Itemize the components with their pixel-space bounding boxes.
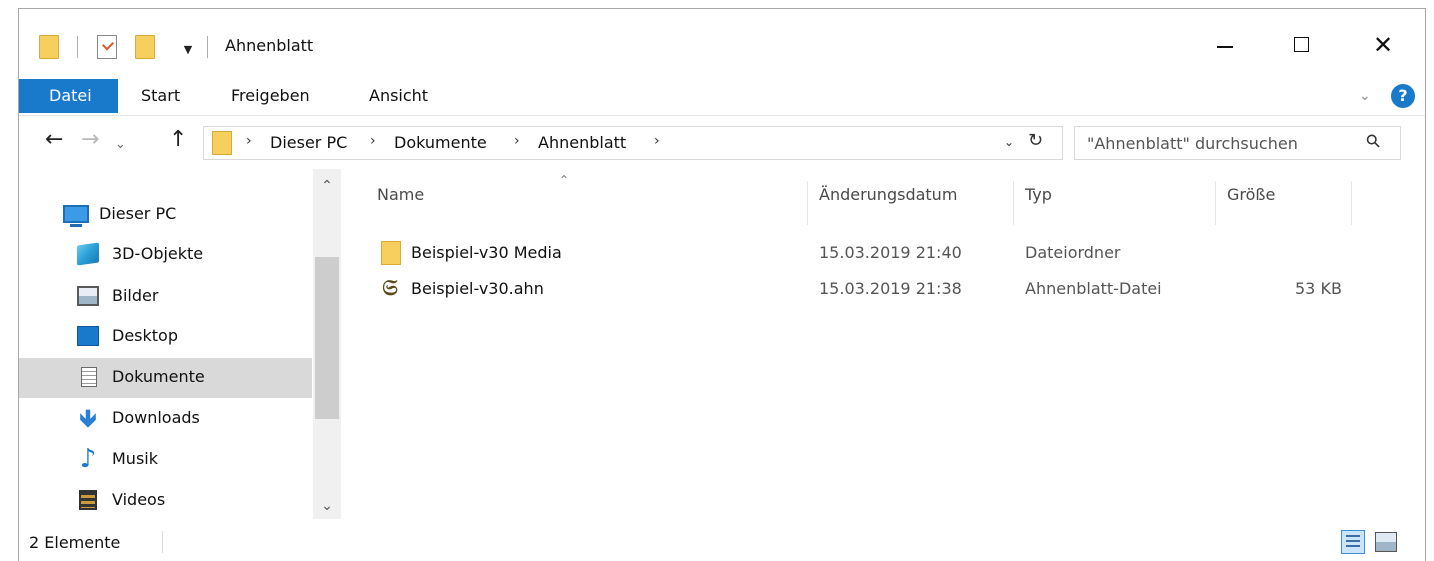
sidebar-item-label: Bilder — [112, 286, 159, 305]
file-name: Beispiel-v30 Media — [411, 243, 562, 262]
navigation-pane: Dieser PC 3D-Objekte Bilder Desktop Doku… — [19, 169, 341, 519]
minimize-button[interactable] — [1205, 31, 1245, 61]
sort-ascending-icon: ⌃ — [559, 173, 570, 187]
column-divider[interactable] — [807, 181, 808, 225]
sidebar-item-downloads[interactable]: 🡻 Downloads — [19, 399, 312, 439]
title-bar: ▼ Ahnenblatt ✕ — [19, 9, 1425, 79]
column-header-type[interactable]: Typ — [1025, 185, 1052, 221]
ribbon-tabs: Datei Start Freigeben Ansicht ⌄ ? — [19, 79, 1425, 115]
minimize-icon — [1217, 46, 1233, 48]
search-icon[interactable]: ⚲ — [1362, 129, 1386, 153]
file-date: 15.03.2019 21:40 — [819, 243, 962, 262]
sidebar-item-dokumente[interactable]: Dokumente — [19, 358, 312, 398]
table-row[interactable]: Beispiel-v30 Media 15.03.2019 21:40 Date… — [341, 237, 1427, 273]
file-date: 15.03.2019 21:38 — [819, 279, 962, 298]
address-bar[interactable]: › Dieser PC › Dokumente › Ahnenblatt › ⌄… — [203, 126, 1063, 160]
tab-ansicht[interactable]: Ansicht — [369, 79, 428, 113]
tab-freigeben[interactable]: Freigeben — [231, 79, 310, 113]
sidebar-item-label: Videos — [112, 490, 166, 509]
column-header-date[interactable]: Änderungsdatum — [819, 185, 957, 221]
scroll-up-icon[interactable]: ⌃ — [313, 175, 341, 197]
column-divider[interactable] — [1013, 181, 1014, 225]
divider — [77, 36, 78, 58]
customize-toolbar-dropdown-icon[interactable]: ▼ — [183, 44, 193, 55]
sidebar-item-label: 3D-Objekte — [112, 244, 204, 263]
videos-icon — [79, 490, 97, 510]
breadcrumb-dieser-pc[interactable]: Dieser PC — [270, 133, 347, 152]
ahnenblatt-file-icon: 𝔖 — [382, 275, 398, 301]
close-icon: ✕ — [1373, 31, 1394, 59]
divider — [162, 531, 163, 553]
new-folder-icon[interactable] — [135, 35, 155, 59]
breadcrumb-chevron-icon[interactable]: › — [370, 133, 376, 149]
sidebar-item-bilder[interactable]: Bilder — [19, 277, 312, 317]
forward-arrow-icon[interactable]: → — [81, 129, 99, 151]
documents-icon — [81, 367, 97, 387]
breadcrumb-chevron-icon[interactable]: › — [246, 133, 252, 149]
file-type: Ahnenblatt-Datei — [1025, 279, 1162, 298]
sidebar-item-label: Desktop — [112, 326, 178, 345]
address-row: ← → ⌄ ↑ › Dieser PC › Dokumente › Ahnenb… — [19, 115, 1425, 169]
sidebar-item-videos[interactable]: Videos — [19, 481, 312, 521]
refresh-icon[interactable]: ↻ — [1028, 130, 1043, 151]
file-name: Beispiel-v30.ahn — [411, 279, 544, 298]
address-history-dropdown-icon[interactable]: ⌄ — [1004, 135, 1014, 149]
maximize-button[interactable] — [1281, 31, 1321, 61]
tab-datei[interactable]: Datei — [19, 79, 118, 113]
scrollbar-thumb[interactable] — [315, 257, 339, 419]
sidebar-item-label: Musik — [112, 449, 158, 468]
details-view-icon[interactable] — [1341, 530, 1365, 554]
large-icons-view-icon[interactable] — [1375, 532, 1397, 552]
downloads-icon: 🡻 — [79, 404, 97, 432]
item-count: 2 Elemente — [29, 533, 121, 552]
sidebar-item-label: Downloads — [112, 408, 200, 427]
breadcrumb-chevron-icon[interactable]: › — [654, 133, 660, 149]
explorer-window: ▼ Ahnenblatt ✕ Datei Start Freigeben Ans… — [18, 8, 1426, 561]
pictures-icon — [77, 286, 99, 306]
sidebar-scrollbar[interactable]: ⌃ ⌄ — [313, 169, 341, 519]
help-icon[interactable]: ? — [1391, 84, 1415, 108]
breadcrumb-chevron-icon[interactable]: › — [514, 133, 520, 149]
column-header-size[interactable]: Größe — [1227, 185, 1275, 221]
status-bar: 2 Elemente — [19, 523, 1425, 561]
cube-3d-icon — [77, 242, 99, 266]
column-divider[interactable] — [1351, 181, 1352, 225]
table-row[interactable]: 𝔖 Beispiel-v30.ahn 15.03.2019 21:38 Ahne… — [341, 273, 1427, 309]
column-divider[interactable] — [1215, 181, 1216, 225]
sidebar-item-desktop[interactable]: Desktop — [19, 317, 312, 357]
computer-icon — [63, 205, 89, 227]
folder-icon[interactable] — [39, 35, 59, 59]
sidebar-item-musik[interactable]: ♪ Musik — [19, 440, 312, 480]
search-input[interactable] — [1087, 132, 1357, 154]
sidebar-item-3d-objekte[interactable]: 3D-Objekte — [19, 235, 312, 275]
sidebar-item-label: Dieser PC — [99, 204, 177, 223]
maximize-icon — [1294, 37, 1309, 52]
file-list: ⌃ Name Änderungsdatum Typ Größe Beispiel… — [341, 169, 1427, 519]
folder-icon — [381, 241, 401, 265]
folder-icon — [212, 131, 232, 155]
tab-start[interactable]: Start — [141, 79, 180, 113]
file-size: 53 KB — [1295, 279, 1342, 298]
divider — [207, 36, 208, 58]
sidebar-item-dieser-pc[interactable]: Dieser PC — [19, 195, 312, 235]
column-header-name[interactable]: Name — [377, 185, 424, 221]
close-button[interactable]: ✕ — [1363, 31, 1403, 61]
breadcrumb-ahnenblatt[interactable]: Ahnenblatt — [538, 133, 626, 152]
music-icon: ♪ — [79, 444, 97, 474]
properties-check-icon[interactable] — [97, 35, 117, 59]
recent-locations-chevron-down-icon[interactable]: ⌄ — [115, 134, 126, 156]
desktop-icon — [77, 326, 99, 346]
window-title: Ahnenblatt — [225, 36, 314, 55]
expand-ribbon-chevron-icon[interactable]: ⌄ — [1359, 88, 1371, 104]
scroll-down-icon[interactable]: ⌄ — [313, 495, 341, 517]
file-type: Dateiordner — [1025, 243, 1121, 262]
search-box[interactable]: ⚲ — [1074, 126, 1401, 160]
sidebar-item-label: Dokumente — [112, 367, 205, 386]
back-arrow-icon[interactable]: ← — [45, 129, 63, 151]
up-arrow-icon[interactable]: ↑ — [169, 129, 187, 151]
breadcrumb-dokumente[interactable]: Dokumente — [394, 133, 487, 152]
